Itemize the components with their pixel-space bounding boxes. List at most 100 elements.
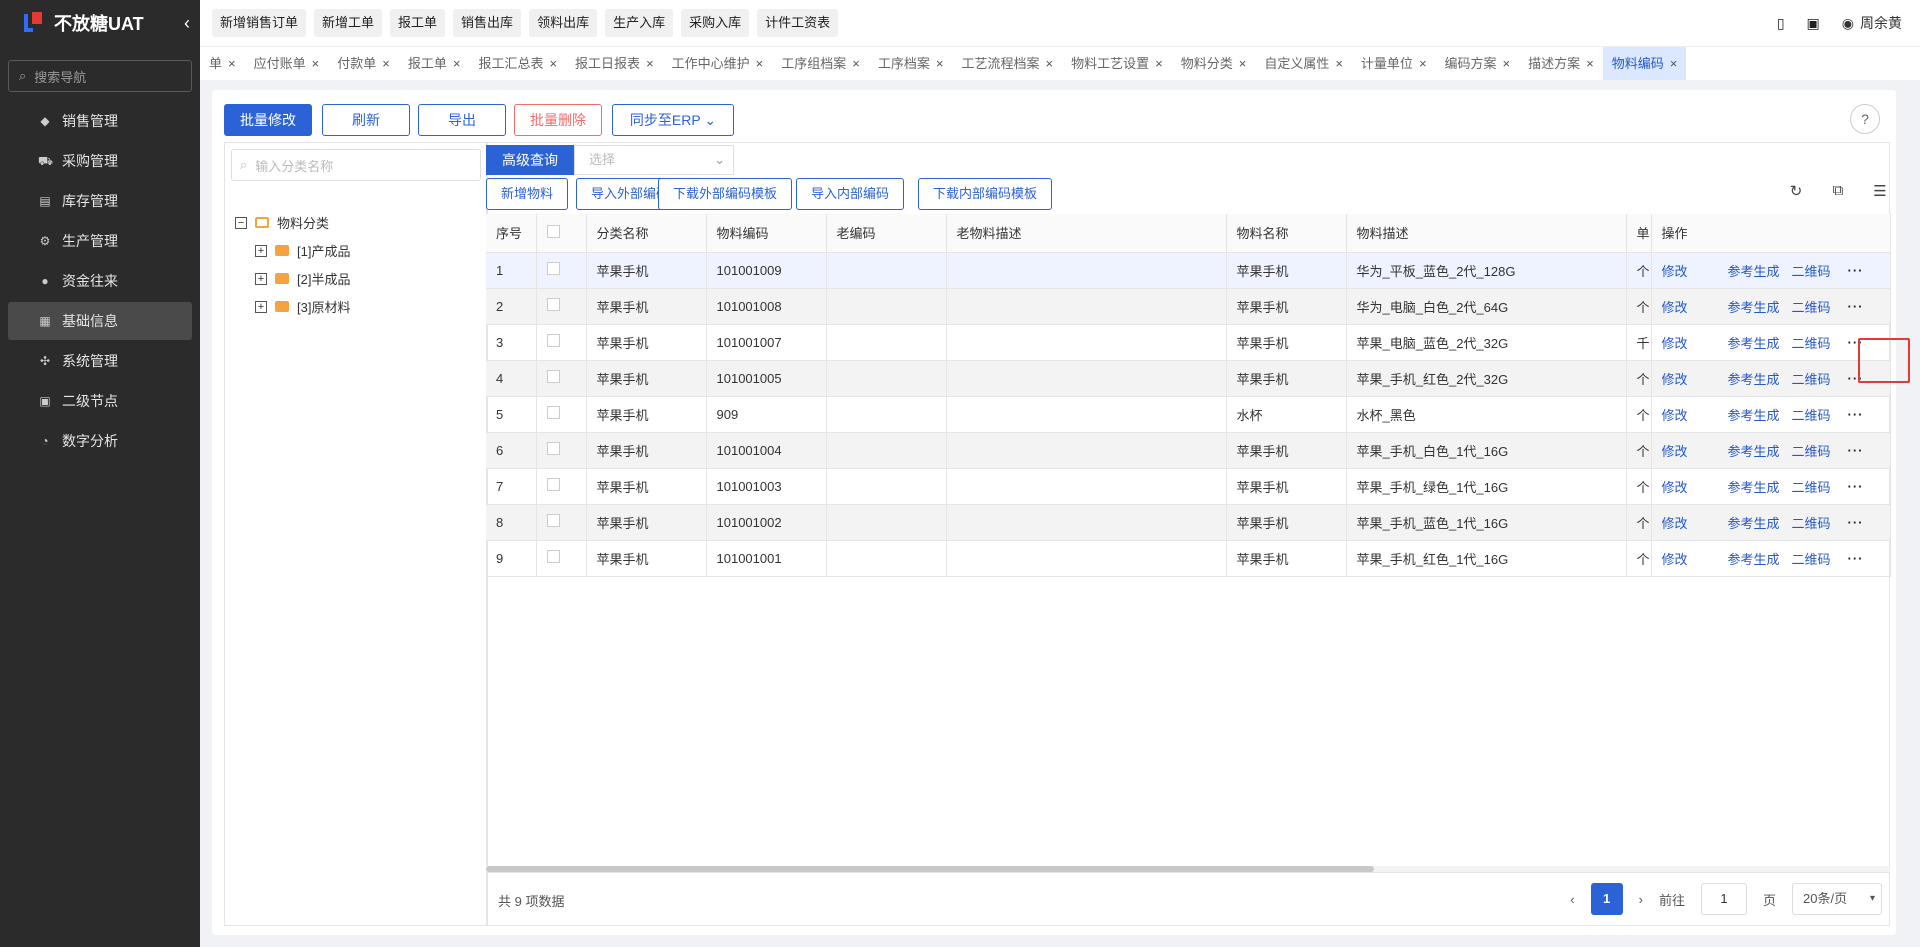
reference-generate-link[interactable]: 参考生成	[1728, 477, 1780, 496]
table-row[interactable]: 7 苹果手机 101001003 苹果手机 苹果_手机_绿色_1代_16G 个修改 参考生成…	[486, 468, 1891, 505]
tree-node[interactable]: + [1]产成品	[255, 241, 350, 260]
tab-item[interactable]: 物料分类 ×	[1172, 47, 1256, 80]
sync-erp-dropdown[interactable]: 同步至ERP ⌄	[612, 104, 734, 136]
close-icon[interactable]: ×	[756, 56, 764, 71]
close-icon[interactable]: ×	[312, 56, 320, 71]
qrcode-link[interactable]: 二维码	[1792, 297, 1831, 316]
toolbar-button[interactable]: 新增物料	[486, 178, 569, 210]
table-row[interactable]: 2 苹果手机 101001008 苹果手机 华为_电脑_白色_2代_64G 个修改 参考生成…	[486, 288, 1891, 325]
sidebar-item-3[interactable]: ▤ 库存管理	[8, 182, 192, 220]
more-icon[interactable]: ···	[1848, 479, 1864, 494]
edit-link[interactable]: 修改	[1662, 333, 1688, 352]
close-icon[interactable]: ×	[1503, 56, 1511, 71]
screen-icon[interactable]: ▣	[1807, 15, 1820, 32]
page-size-select[interactable]: 20条/页 ▾	[1792, 883, 1882, 915]
edit-link[interactable]: 修改	[1662, 405, 1688, 424]
tab-item[interactable]: 物料编码 ×	[1602, 47, 1687, 80]
qrcode-link[interactable]: 二维码	[1792, 441, 1831, 460]
close-icon[interactable]: ×	[382, 56, 390, 71]
select-all-checkbox[interactable]	[546, 224, 560, 238]
tab-item[interactable]: 编码方案 ×	[1436, 47, 1520, 80]
batch-delete-button[interactable]: 批量删除	[514, 104, 602, 136]
reference-generate-link[interactable]: 参考生成	[1728, 441, 1780, 460]
row-checkbox[interactable]	[546, 370, 560, 383]
row-checkbox[interactable]	[546, 514, 560, 527]
tab-item[interactable]: 报工日报表 ×	[566, 47, 663, 80]
advanced-query-button[interactable]: 高级查询	[486, 145, 574, 175]
close-icon[interactable]: ×	[1155, 56, 1163, 71]
reference-generate-link[interactable]: 参考生成	[1728, 333, 1780, 352]
quick-action-button[interactable]: 生产入库	[605, 9, 674, 37]
reference-generate-link[interactable]: 参考生成	[1728, 513, 1780, 532]
edit-link[interactable]: 修改	[1662, 513, 1688, 532]
quick-action-button[interactable]: 销售出库	[453, 9, 522, 37]
edit-link[interactable]: 修改	[1662, 369, 1688, 388]
edit-link[interactable]: 修改	[1662, 549, 1688, 568]
tab-item[interactable]: 描述方案 ×	[1519, 47, 1603, 80]
tab-item[interactable]: 工序组档案 ×	[772, 47, 869, 80]
qrcode-link[interactable]: 二维码	[1792, 513, 1831, 532]
row-checkbox[interactable]	[546, 478, 560, 491]
next-page-icon[interactable]: ›	[1639, 892, 1643, 907]
close-icon[interactable]: ×	[936, 56, 944, 71]
expand-box-icon[interactable]: +	[255, 300, 267, 313]
settings-sliders-icon[interactable]: ☰	[1870, 182, 1890, 202]
collapse-sidebar-icon[interactable]: ‹	[184, 13, 190, 34]
sidebar-item-7[interactable]: ✣ 系统管理	[8, 342, 192, 380]
tab-item[interactable]: 报工单 ×	[399, 47, 470, 80]
edit-link[interactable]: 修改	[1662, 297, 1688, 316]
reference-generate-link[interactable]: 参考生成	[1728, 297, 1780, 316]
collapse-box-icon[interactable]: −	[235, 216, 247, 229]
tab-item[interactable]: 自定义属性 ×	[1255, 47, 1352, 80]
quick-action-button[interactable]: 报工单	[390, 9, 446, 37]
row-checkbox[interactable]	[546, 262, 560, 275]
table-row[interactable]: 3 苹果手机 101001007 苹果手机 苹果_电脑_蓝色_2代_32G 千修改 参考生成…	[486, 324, 1891, 361]
tab-item[interactable]: 工艺流程档案 ×	[952, 47, 1062, 80]
refresh-button[interactable]: 刷新	[322, 104, 410, 136]
edit-link[interactable]: 修改	[1662, 441, 1688, 460]
close-icon[interactable]: ×	[1046, 56, 1054, 71]
quick-action-button[interactable]: 领料出库	[529, 9, 598, 37]
expand-box-icon[interactable]: +	[255, 272, 267, 285]
prev-page-icon[interactable]: ‹	[1570, 892, 1574, 907]
more-icon[interactable]: ···	[1848, 443, 1864, 458]
expand-box-icon[interactable]: +	[255, 244, 267, 257]
close-icon[interactable]: ×	[228, 56, 236, 71]
close-icon[interactable]: ×	[549, 56, 557, 71]
tab-item[interactable]: 应付账单 ×	[245, 47, 329, 80]
reference-generate-link[interactable]: 参考生成	[1728, 261, 1780, 280]
sidebar-item-4[interactable]: ⚙ 生产管理	[8, 222, 192, 260]
table-row[interactable]: 9 苹果手机 101001001 苹果手机 苹果_手机_红色_1代_16G 个修改 参考生成…	[486, 540, 1891, 577]
quick-action-button[interactable]: 采购入库	[681, 9, 750, 37]
more-icon[interactable]: ···	[1848, 515, 1864, 530]
close-icon[interactable]: ×	[453, 56, 461, 71]
sidebar-item-2[interactable]: ⛟ 采购管理	[8, 142, 192, 180]
export-button[interactable]: 导出	[418, 104, 506, 136]
sidebar-item-9[interactable]: ◔ 数字分析	[8, 422, 192, 460]
tree-node[interactable]: + [3]原材料	[255, 297, 350, 316]
sidebar-item-8[interactable]: ▣ 二级节点	[8, 382, 192, 420]
nav-search-input[interactable]: ⌕ 搜索导航	[8, 60, 192, 92]
tab-item[interactable]: 付款单 ×	[328, 47, 399, 80]
reference-generate-link[interactable]: 参考生成	[1728, 369, 1780, 388]
screenshot-icon[interactable]: ⧉	[1828, 182, 1848, 202]
qrcode-link[interactable]: 二维码	[1792, 477, 1831, 496]
close-icon[interactable]: ×	[1239, 56, 1247, 71]
qrcode-link[interactable]: 二维码	[1792, 369, 1831, 388]
tab-item[interactable]: 工序档案 ×	[869, 47, 953, 80]
quick-action-button[interactable]: 新增工单	[314, 9, 383, 37]
sidebar-item-6[interactable]: ▦ 基础信息	[8, 302, 192, 340]
row-checkbox[interactable]	[546, 442, 560, 455]
close-icon[interactable]: ×	[1586, 56, 1594, 71]
reference-generate-link[interactable]: 参考生成	[1728, 549, 1780, 568]
reload-icon[interactable]: ↻	[1786, 182, 1806, 202]
more-icon[interactable]: ···	[1848, 407, 1864, 422]
table-row[interactable]: 6 苹果手机 101001004 苹果手机 苹果_手机_白色_1代_16G 个修改 参考生成…	[486, 432, 1891, 469]
tree-node[interactable]: + [2]半成品	[255, 269, 350, 288]
row-checkbox[interactable]	[546, 298, 560, 311]
tab-item[interactable]: 计量单位 ×	[1352, 47, 1436, 80]
help-icon[interactable]: ?	[1850, 104, 1880, 134]
edit-link[interactable]: 修改	[1662, 477, 1688, 496]
more-icon[interactable]: ···	[1848, 299, 1864, 314]
tree-root[interactable]: − 物料分类	[235, 213, 329, 232]
